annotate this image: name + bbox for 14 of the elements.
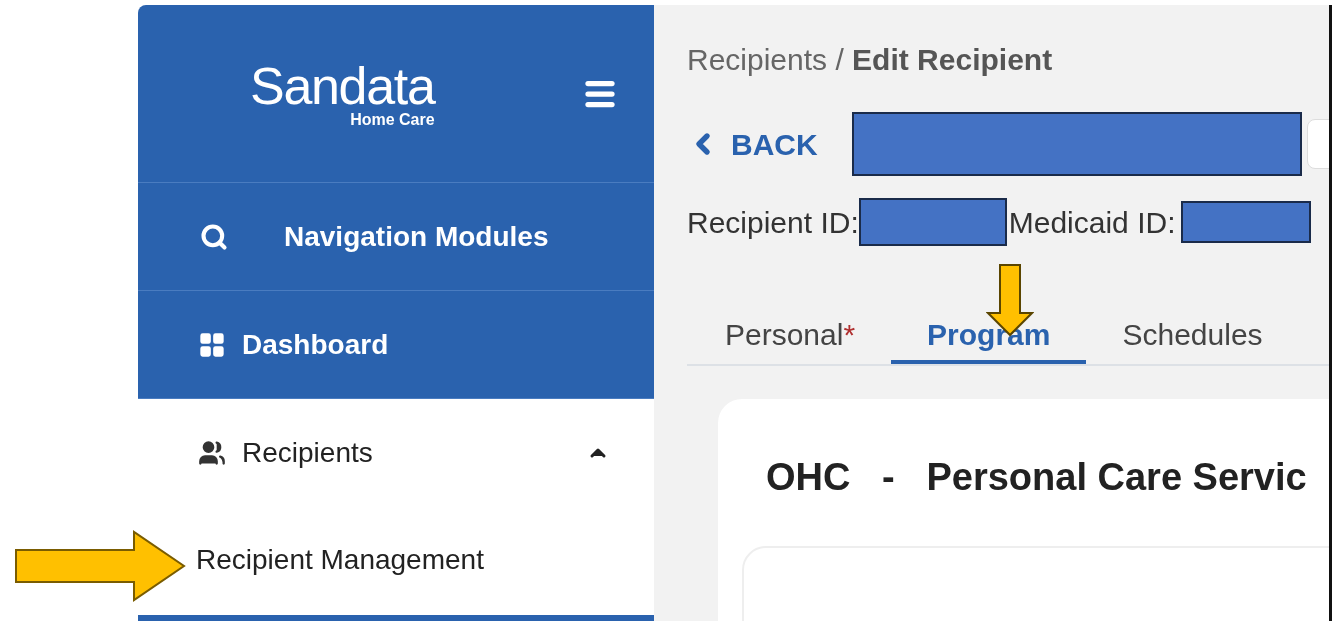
card-title: OHC - Personal Care Servic: [766, 455, 1308, 500]
id-label: Medicaid ID:: [1008, 204, 1176, 241]
tab[interactable]: Schedules: [1086, 308, 1299, 364]
required-asterisk: *: [843, 317, 856, 351]
search-icon: [200, 222, 228, 251]
id-label: Recipient ID:: [687, 204, 859, 241]
breadcrumb: Recipients / Edit Recipient: [687, 42, 1054, 78]
grid-icon: [198, 330, 226, 359]
users-icon: [198, 438, 226, 467]
nav-item[interactable]: Recipients: [138, 399, 654, 506]
nav-subitem[interactable]: Recipient Management: [196, 506, 484, 613]
logo: Sandata Home Care: [250, 59, 435, 128]
tab[interactable]: Personal*: [689, 308, 892, 364]
back-button[interactable]: BACK: [687, 121, 852, 167]
